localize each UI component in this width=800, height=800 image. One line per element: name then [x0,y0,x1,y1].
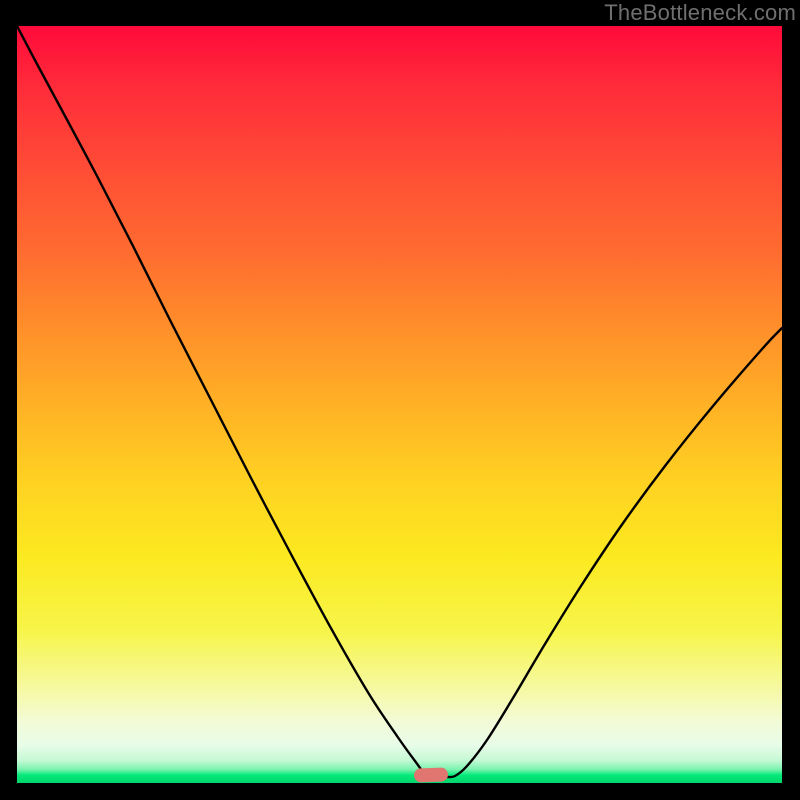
watermark-text: TheBottleneck.com [604,0,796,26]
chart-container: TheBottleneck.com [0,0,800,800]
bottleneck-curve [17,26,782,783]
minimum-marker [414,767,448,782]
plot-area [17,26,782,783]
